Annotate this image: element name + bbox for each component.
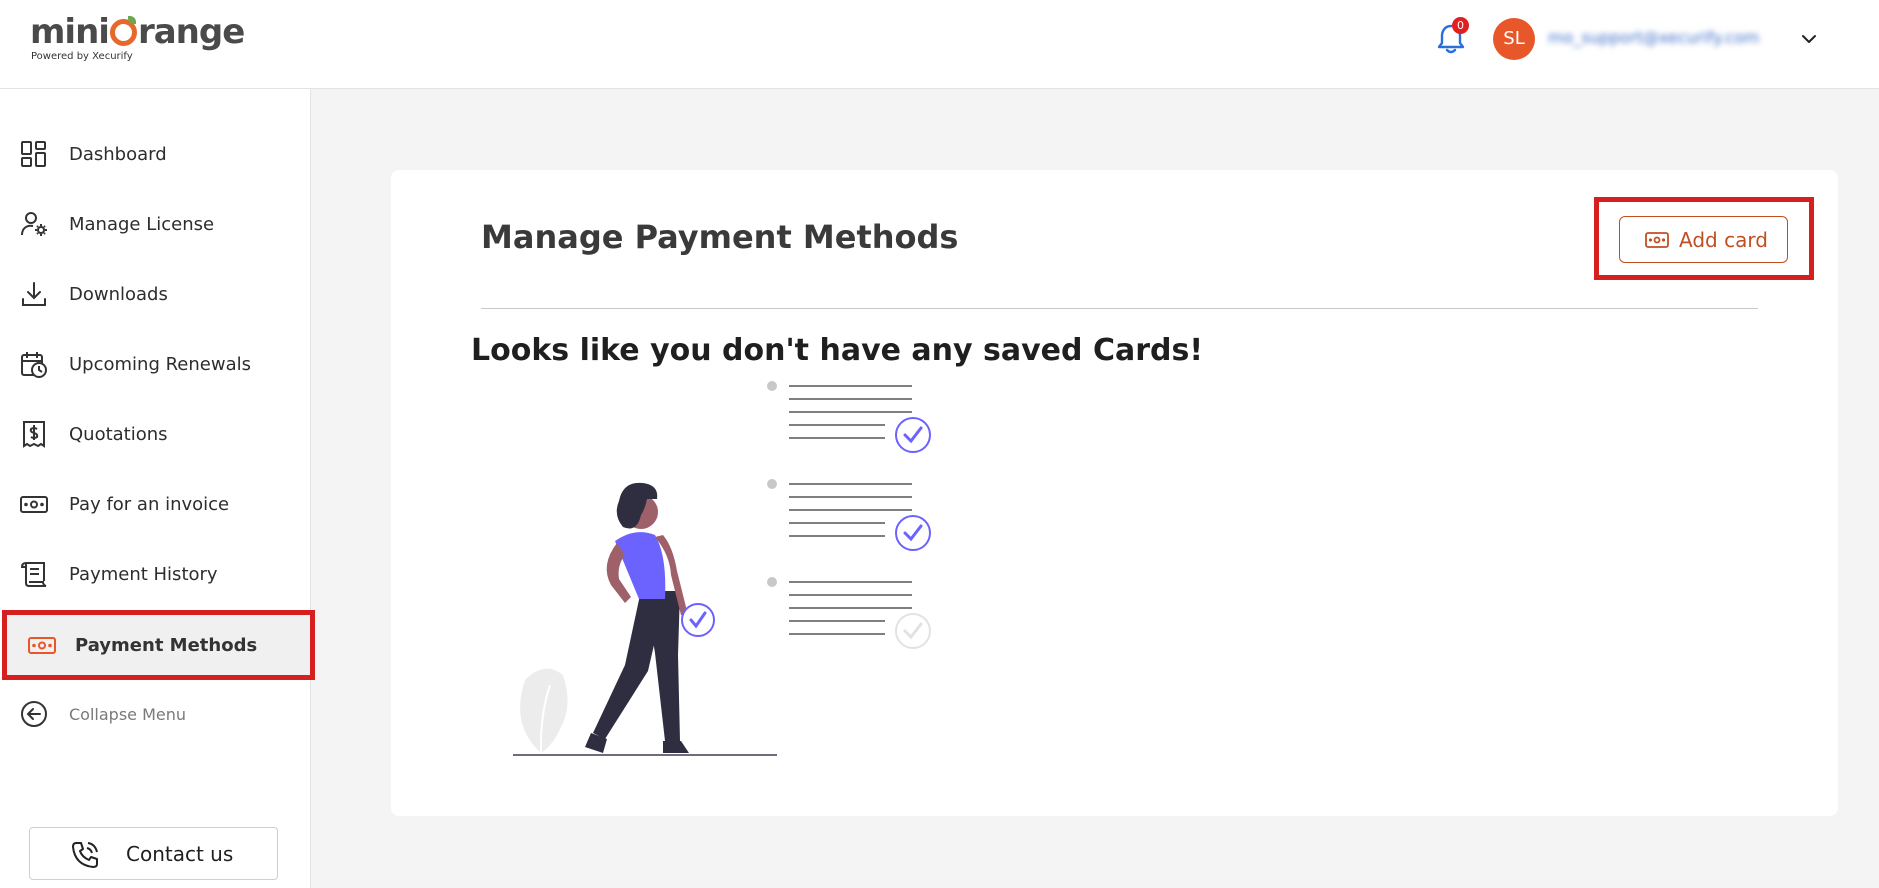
sidebar-item-payment-methods[interactable]: Payment Methods — [2, 610, 315, 680]
title-divider — [481, 308, 1758, 309]
person-figure — [585, 482, 715, 753]
contact-us-label: Contact us — [126, 842, 234, 866]
arrow-left-circle-icon — [21, 701, 47, 727]
notification-count-badge: 0 — [1452, 17, 1469, 34]
sidebar-item-label: Downloads — [69, 283, 168, 305]
brand-logo[interactable]: mini range Powered by Xecurify — [30, 12, 245, 62]
sidebar-item-label: Upcoming Renewals — [69, 353, 251, 375]
sidebar-item-payment-history[interactable]: Payment History — [0, 544, 311, 604]
collapse-menu-button[interactable]: Collapse Menu — [0, 684, 311, 744]
add-card-button[interactable]: Add card — [1619, 216, 1788, 263]
checklist-item — [767, 479, 931, 551]
sidebar-item-label: Dashboard — [69, 143, 167, 165]
logo-tagline: Powered by Xecurify — [31, 51, 133, 62]
user-avatar[interactable]: SL — [1493, 18, 1535, 60]
sidebar-item-label: Pay for an invoice — [69, 493, 230, 515]
banknote-icon — [1645, 232, 1669, 248]
sidebar-item-upcoming-renewals[interactable]: Upcoming Renewals — [0, 334, 311, 394]
scroll-icon — [20, 562, 47, 587]
sidebar-item-label: Manage License — [69, 213, 215, 235]
checklist-item — [767, 381, 931, 453]
empty-state-message: Looks like you don't have any saved Card… — [471, 333, 1204, 368]
contact-us-button[interactable]: Contact us — [29, 827, 278, 880]
phone-icon — [72, 842, 98, 868]
logo-orange-icon — [109, 16, 137, 46]
banknote-icon — [20, 496, 48, 513]
sidebar-item-label: Quotations — [69, 423, 168, 445]
sidebar-item-label: Payment History — [69, 563, 218, 585]
sidebar-item-manage-license[interactable]: Manage License — [0, 194, 311, 254]
sidebar-item-downloads[interactable]: Downloads — [0, 264, 311, 324]
dashboard-icon — [21, 141, 46, 167]
checklist-item — [767, 577, 931, 649]
sidebar-item-label: Payment Methods — [75, 634, 258, 656]
calendar-clock-icon — [21, 352, 47, 378]
user-email[interactable]: mo_support@xecurify.com — [1548, 28, 1759, 47]
sidebar: Dashboard Manage License Downloads Upcom… — [0, 89, 315, 888]
user-settings-icon — [21, 212, 47, 236]
logo-part2: range — [137, 12, 245, 52]
logo-part1: mini — [30, 12, 110, 52]
top-header: mini range Powered by Xecurify 0 SL mo_su… — [0, 0, 1879, 89]
dollar-receipt-icon — [23, 421, 45, 448]
banknote-icon — [28, 637, 56, 654]
page-title: Manage Payment Methods — [481, 218, 959, 256]
logo-wordmark: mini range — [30, 12, 245, 52]
sidebar-item-quotations[interactable]: Quotations — [0, 404, 311, 464]
sidebar-item-pay-invoice[interactable]: Pay for an invoice — [0, 474, 311, 534]
sidebar-item-label: Collapse Menu — [69, 704, 187, 724]
add-card-label: Add card — [1679, 228, 1768, 252]
download-icon — [22, 282, 46, 306]
chevron-down-icon[interactable] — [1800, 30, 1818, 48]
sidebar-item-dashboard[interactable]: Dashboard — [0, 124, 311, 184]
empty-state-illustration — [513, 381, 931, 756]
